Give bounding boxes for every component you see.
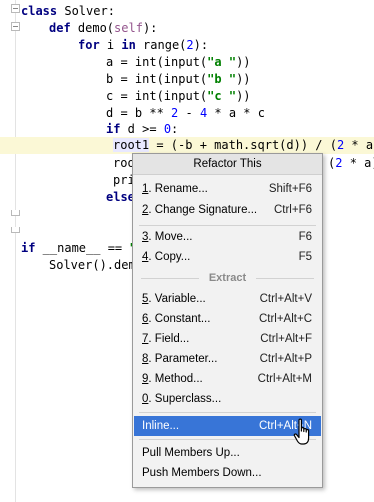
code-text: )) (236, 72, 251, 86)
code-text: : (171, 122, 179, 136)
menu-item-label: Push Members Down... (142, 467, 262, 479)
keyword: class (21, 4, 58, 18)
menu-item-extract-field[interactable]: 7. Field... Ctrl+Alt+F (134, 329, 321, 349)
selected-identifier: root1 (113, 138, 150, 152)
shortcut-label: Ctrl+Alt+M (257, 373, 312, 385)
menu-separator (139, 412, 316, 413)
code-line: def demo(self): (49, 20, 157, 37)
menu-item-extract-parameter[interactable]: 8. Parameter... Ctrl+Alt+P (134, 349, 321, 369)
keyword: in (121, 38, 136, 52)
code-text: = (-b + math.sqrt(d)) / ( (149, 138, 337, 152)
code-line: if __name__ == " (21, 240, 137, 257)
code-line-current: root1 = (-b + math.sqrt(d)) / (2 * a) (113, 137, 374, 154)
fold-end-icon[interactable] (11, 210, 20, 216)
menu-separator (139, 439, 316, 440)
string-literal: "a " (207, 55, 237, 69)
string-literal: "b " (207, 72, 237, 86)
code-text: i (99, 38, 122, 52)
gutter (15, 0, 16, 502)
keyword: else (106, 190, 135, 204)
code-text: * a * c (207, 106, 265, 120)
code-text: * a) (349, 156, 374, 170)
code-text: __name__ == (35, 241, 130, 255)
menu-item-rename[interactable]: 1. Rename... Shift+F6 (134, 179, 321, 199)
menu-item-push-members-down[interactable]: Push Members Down... (134, 463, 321, 483)
shortcut-label: Shift+F6 (268, 183, 312, 195)
menu-item-extract-superclass[interactable]: 0. Superclass... (134, 389, 321, 409)
number-literal: 2 (186, 38, 194, 52)
popup-title: Refactor This (133, 154, 322, 175)
menu-item-move[interactable]: 3. Move... F6 (134, 227, 321, 247)
code-line: class Solver: (21, 3, 115, 20)
menu-item-label: . Field... (148, 333, 190, 345)
shortcut-label: Ctrl+Alt+P (259, 353, 312, 365)
menu-item-label: Inline... (142, 420, 180, 432)
code-text: d >= (120, 122, 164, 136)
menu-item-label: . Change Signature... (148, 204, 258, 216)
shortcut-label: F5 (298, 251, 312, 263)
extract-group-header: Extract (133, 270, 322, 286)
code-text: a = int(input( (106, 55, 208, 69)
code-line: (2 * a) (328, 155, 374, 172)
keyword: if (21, 241, 36, 255)
code-line: if d >= 0: (106, 121, 178, 138)
shortcut-label: Ctrl+Alt+V (259, 293, 312, 305)
menu-item-label: . Copy... (148, 251, 191, 263)
menu-item-extract-variable[interactable]: 5. Variable... Ctrl+Alt+V (134, 289, 321, 309)
fold-end-icon[interactable] (11, 227, 20, 233)
menu-item-label: . Rename... (148, 183, 208, 195)
code-text: c = int(input( (106, 89, 208, 103)
number-literal: 0 (163, 122, 172, 136)
code-text: )) (236, 55, 251, 69)
code-text: ): (193, 38, 209, 52)
menu-item-label: . Variable... (148, 293, 206, 305)
shortcut-label: Ctrl+Alt+F (260, 333, 312, 345)
shortcut-label: Ctrl+Alt+C (258, 313, 312, 325)
menu-item-label: . Superclass... (148, 393, 222, 405)
keyword: if (106, 122, 121, 136)
code-line: b = int(input("b ")) (106, 71, 251, 88)
code-text: demo( (70, 21, 115, 35)
code-text: ): (142, 21, 158, 35)
code-text: b = int(input( (106, 72, 208, 86)
self-param: self (114, 21, 143, 35)
keyword: def (49, 21, 71, 35)
code-text: Solver: (57, 4, 115, 18)
code-line: a = int(input("a ")) (106, 54, 251, 71)
code-line: c = int(input("c ")) (106, 88, 251, 105)
menu-item-label: . Constant... (148, 313, 211, 325)
menu-item-change-signature[interactable]: 2. Change Signature... Ctrl+F6 (134, 200, 321, 220)
keyword: for (78, 38, 100, 52)
code-text: d = b ** (106, 106, 172, 120)
shortcut-label: Ctrl+F6 (273, 204, 312, 216)
code-line: for i in range(2): (78, 37, 208, 54)
menu-item-copy[interactable]: 4. Copy... F5 (134, 247, 321, 267)
menu-item-label: . Move... (148, 231, 193, 243)
fold-icon[interactable] (11, 22, 20, 31)
shortcut-label: F6 (298, 231, 312, 243)
code-line: else (106, 189, 135, 206)
menu-separator (139, 225, 316, 226)
menu-item-extract-method[interactable]: 9. Method... Ctrl+Alt+M (134, 369, 321, 389)
menu-item-label: . Parameter... (148, 353, 218, 365)
hand-cursor-icon (293, 418, 310, 445)
code-line: d = b ** 2 - 4 * a * c (106, 105, 265, 122)
code-text: * a) (351, 138, 374, 152)
menu-item-extract-constant[interactable]: 6. Constant... Ctrl+Alt+C (134, 309, 321, 329)
fold-icon[interactable] (11, 4, 20, 13)
code-text: - (178, 106, 200, 120)
code-text: Solver().dem (49, 258, 136, 272)
code-text: )) (236, 89, 251, 103)
menu-item-label: . Method... (148, 373, 203, 385)
string-literal: "c " (207, 89, 237, 103)
menu-item-label: Pull Members Up... (142, 447, 240, 459)
code-text: range( (135, 38, 187, 52)
code-line: Solver().dem (49, 257, 136, 274)
